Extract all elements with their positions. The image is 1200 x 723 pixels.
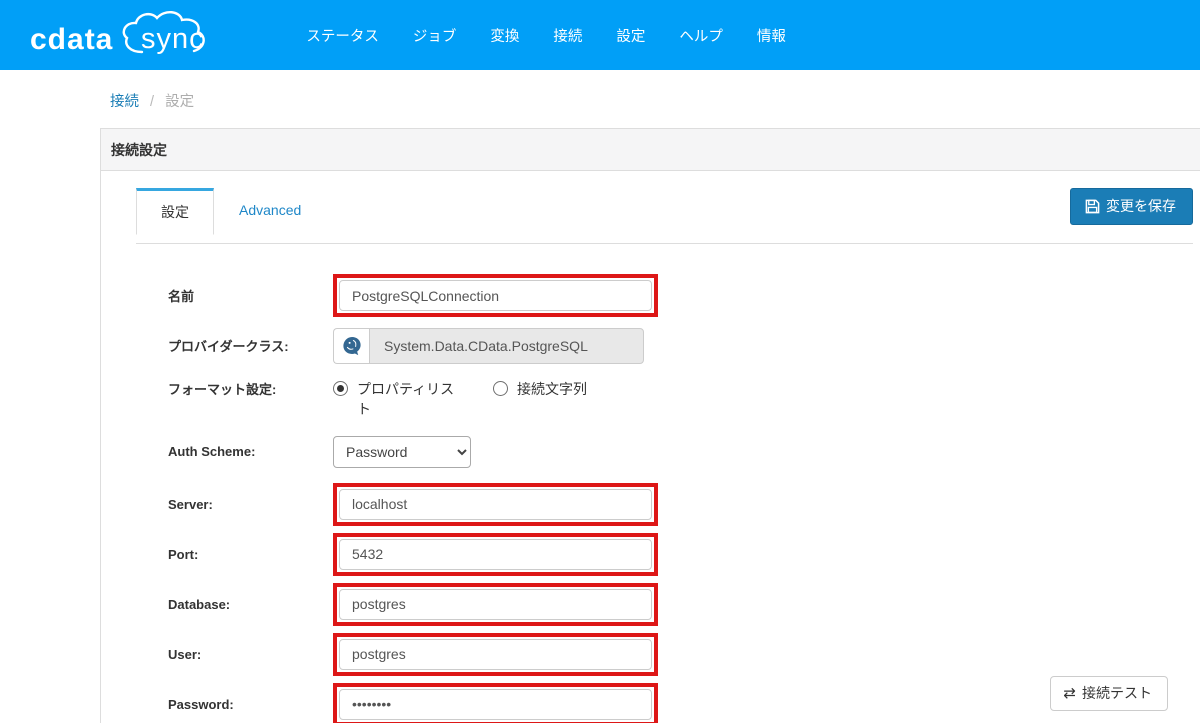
nav-item-settings[interactable]: 設定 (599, 17, 662, 54)
radio-connection-string-label: 接続文字列 (517, 381, 587, 397)
form-row-auth-scheme: Auth Scheme: Password (168, 435, 1193, 468)
server-label: Server: (168, 496, 213, 512)
tab-advanced[interactable]: Advanced (214, 188, 326, 235)
radio-property-list-label: プロパティリスト (357, 381, 455, 418)
provider-label: プロバイダークラス: (168, 339, 289, 354)
password-highlight-box (333, 682, 658, 723)
form-row-provider: プロバイダークラス: System.Data.CData.PostgreSQL (168, 324, 1193, 367)
postgresql-elephant-icon (333, 327, 369, 364)
server-input[interactable] (339, 488, 652, 520)
form-row-user: User: (168, 632, 1193, 676)
cloud-icon: sync (123, 10, 206, 55)
save-changes-button[interactable]: 変更を保存 (1070, 188, 1193, 225)
main-nav: ステータス ジョブ 変換 接続 設定 ヘルプ 情報 (289, 17, 803, 54)
logo-cloud-sync: sync (117, 10, 213, 61)
nav-item-help[interactable]: ヘルプ (662, 17, 740, 54)
form-row-password: Password: (168, 682, 1193, 723)
breadcrumb-separator: / (150, 94, 155, 110)
user-input[interactable] (339, 638, 652, 670)
test-connection-button[interactable]: ⇄ 接続テスト (1050, 676, 1168, 711)
port-input[interactable] (339, 538, 652, 570)
radio-property-list[interactable]: プロパティリスト (333, 379, 457, 420)
nav-item-connections[interactable]: 接続 (536, 17, 599, 54)
test-connection-label: 接続テスト (1082, 685, 1152, 701)
format-radio-group: プロパティリスト 接続文字列 (333, 377, 587, 420)
breadcrumb-current-settings: 設定 (165, 94, 195, 110)
port-highlight-box (333, 532, 658, 576)
connection-form: 名前 プロバイダークラス: System.Data.CDa (168, 274, 1193, 723)
connection-settings-panel: 接続設定 設定 Advanced 変更を保存 名前 PostgreSQLConn… (100, 128, 1200, 723)
test-connection-area: ⇄ 接続テスト (1050, 676, 1168, 711)
nav-item-status[interactable]: ステータス (289, 17, 396, 54)
auth-scheme-label: Auth Scheme: (168, 444, 256, 460)
nav-item-jobs[interactable]: ジョブ (396, 17, 474, 54)
form-row-name: 名前 (168, 274, 1193, 317)
name-label: 名前 (168, 289, 195, 304)
radio-selected-icon[interactable] (333, 381, 348, 396)
panel-title: 接続設定 (101, 129, 1200, 171)
password-label: Password: (168, 696, 234, 712)
password-input[interactable] (339, 688, 652, 720)
format-label: フォーマット設定: (168, 382, 277, 397)
form-row-database: Database: (168, 582, 1193, 626)
tab-settings[interactable]: 設定 (136, 188, 214, 235)
provider-class-value: System.Data.CData.PostgreSQL (369, 327, 644, 364)
database-highlight-box (333, 582, 658, 626)
name-highlight-box (333, 274, 658, 317)
database-label: Database: (168, 596, 231, 612)
tab-bar: 設定 Advanced 変更を保存 (136, 188, 1193, 244)
nav-item-info[interactable]: 情報 (740, 17, 803, 54)
provider-field: System.Data.CData.PostgreSQL (333, 327, 644, 364)
svg-text:sync: sync (141, 23, 205, 55)
port-label: Port: (168, 546, 199, 562)
logo-brand-text: cdata (30, 22, 114, 56)
breadcrumb-link-connections[interactable]: 接続 (110, 94, 139, 110)
top-navbar: cdata sync ステータス ジョブ 変換 接続 設定 ヘルプ 情報 (0, 0, 1200, 70)
user-highlight-box (333, 632, 658, 676)
cdata-sync-logo[interactable]: cdata sync (30, 10, 213, 61)
panel-body: 設定 Advanced 変更を保存 名前 PostgreSQLConnectio… (101, 171, 1200, 723)
auth-scheme-select[interactable]: Password (333, 435, 471, 468)
save-floppy-icon (1085, 199, 1100, 213)
transfer-arrows-icon: ⇄ (1063, 685, 1076, 702)
save-button-label: 変更を保存 (1106, 198, 1176, 214)
server-highlight-box (333, 482, 658, 526)
breadcrumb: 接続 / 設定 (110, 90, 1200, 110)
database-input[interactable] (339, 588, 652, 620)
form-row-port: Port: (168, 532, 1193, 576)
form-row-server: Server: (168, 482, 1193, 526)
form-row-format: フォーマット設定: プロパティリスト 接続文字列 (168, 377, 1193, 420)
radio-unselected-icon[interactable] (493, 381, 508, 396)
name-input[interactable] (339, 280, 652, 311)
user-label: User: (168, 646, 202, 662)
nav-item-transform[interactable]: 変換 (473, 17, 536, 54)
radio-connection-string[interactable]: 接続文字列 (493, 379, 587, 420)
